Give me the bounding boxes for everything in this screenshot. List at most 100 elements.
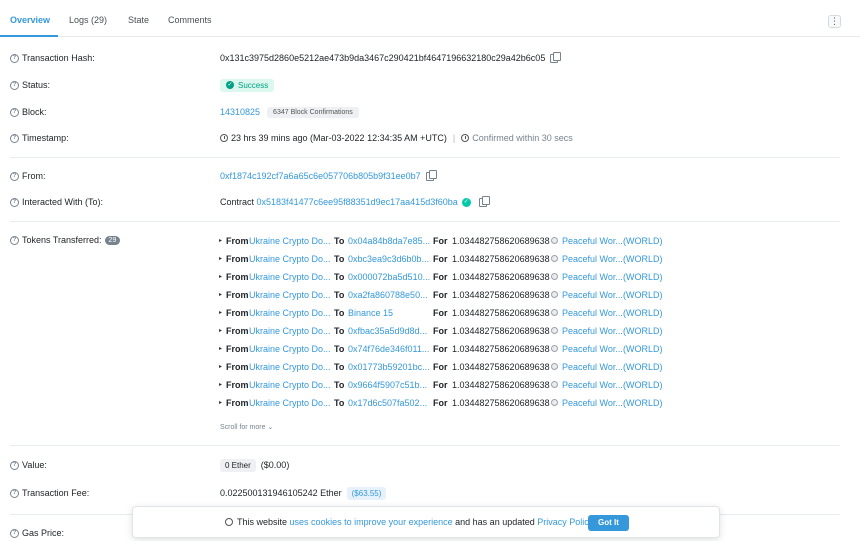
help-icon[interactable]: ?	[10, 53, 19, 63]
token-name-link[interactable]: Peaceful Wor...	[562, 344, 623, 354]
tab-logs[interactable]: Logs (29)	[69, 15, 107, 25]
transfer-amount: 1.034482758620689638	[452, 272, 550, 282]
cookie-text-middle: and has an updated	[455, 517, 535, 527]
token-icon	[551, 309, 558, 316]
for-keyword: For	[433, 236, 448, 246]
cookie-banner: This website uses cookies to improve you…	[132, 506, 720, 538]
token-name-link[interactable]: Peaceful Wor...	[562, 290, 623, 300]
token-symbol-link[interactable]: (WORLD)	[623, 398, 663, 408]
token-transfer-row: ▸ From Ukraine Crypto Do... To 0x9664f59…	[219, 378, 819, 392]
help-icon[interactable]: ?	[10, 235, 19, 245]
ether-value-badge: 0 Ether	[220, 458, 256, 472]
help-icon[interactable]: ?	[10, 488, 19, 498]
row-value: ? Value: 0 Ether ($0.00)	[0, 457, 860, 473]
help-icon[interactable]: ?	[10, 528, 19, 538]
transfer-from-link[interactable]: Ukraine Crypto Do...	[249, 344, 331, 354]
token-symbol-link[interactable]: (WORLD)	[623, 362, 663, 372]
token-transfer-row: ▸ From Ukraine Crypto Do... To 0x04a84b8…	[219, 234, 819, 248]
help-icon[interactable]: ?	[10, 460, 19, 470]
help-icon[interactable]: ?	[10, 171, 19, 181]
tab-comments[interactable]: Comments	[168, 15, 212, 25]
transfer-to-link[interactable]: 0x01773b59201bc...	[348, 362, 430, 372]
token-transfer-row: ▸ From Ukraine Crypto Do... To 0x000072b…	[219, 270, 819, 284]
token-icon	[551, 363, 558, 370]
transfer-from-link[interactable]: Ukraine Crypto Do...	[249, 398, 331, 408]
caret-right-icon: ▸	[219, 274, 223, 280]
for-keyword: For	[433, 290, 448, 300]
row-block: ? Block: 14310825 6347 Block Confirmations	[0, 104, 860, 120]
transfer-from-link[interactable]: Ukraine Crypto Do...	[249, 254, 331, 264]
transfer-to-link[interactable]: 0xfbac35a5d9d8d...	[348, 326, 427, 336]
token-name-link[interactable]: Peaceful Wor...	[562, 254, 623, 264]
token-symbol-link[interactable]: (WORLD)	[623, 326, 663, 336]
cookies-link[interactable]: uses cookies to improve your experience	[290, 517, 453, 527]
copy-icon[interactable]	[478, 195, 490, 207]
transfer-from-link[interactable]: Ukraine Crypto Do...	[249, 272, 331, 282]
section-divider	[10, 445, 840, 446]
transfer-to-link[interactable]: 0x000072ba5d510...	[348, 272, 430, 282]
token-transfer-row: ▸ From Ukraine Crypto Do... To 0x17d6c50…	[219, 396, 819, 410]
transfer-from-link[interactable]: Ukraine Crypto Do...	[249, 362, 331, 372]
transaction-hash-value: 0x131c3975d2860e5212ae473b9da3467c290421…	[220, 53, 546, 63]
help-icon[interactable]: ?	[10, 197, 19, 207]
transfer-from-link[interactable]: Ukraine Crypto Do...	[249, 308, 331, 318]
got-it-button[interactable]: Got It	[588, 515, 629, 531]
transfer-from-link[interactable]: Ukraine Crypto Do...	[249, 290, 331, 300]
more-options-icon[interactable]: ⋮	[828, 15, 841, 28]
caret-right-icon: ▸	[219, 328, 223, 334]
token-symbol-link[interactable]: (WORLD)	[623, 308, 663, 318]
from-address-link[interactable]: 0xf1874c192cf7a6a65c6e057706b805b9f31ee0…	[220, 171, 421, 181]
transfer-amount: 1.034482758620689638	[452, 236, 550, 246]
transfer-to-link[interactable]: Binance 15	[348, 308, 393, 318]
privacy-policy-link[interactable]: Privacy Policy.	[537, 517, 595, 527]
token-symbol-link[interactable]: (WORLD)	[623, 236, 663, 246]
token-symbol-link[interactable]: (WORLD)	[623, 380, 663, 390]
caret-right-icon: ▸	[219, 364, 223, 370]
transfer-from-link[interactable]: Ukraine Crypto Do...	[249, 236, 331, 246]
gas-price-label: Gas Price:	[22, 528, 65, 538]
token-symbol-link[interactable]: (WORLD)	[623, 254, 663, 264]
scroll-for-more[interactable]: Scroll for more ⌄	[220, 423, 273, 431]
caret-right-icon: ▸	[219, 310, 223, 316]
copy-icon[interactable]	[550, 51, 562, 63]
help-icon[interactable]: ?	[10, 133, 19, 143]
token-name-link[interactable]: Peaceful Wor...	[562, 398, 623, 408]
to-keyword: To	[334, 398, 345, 408]
help-icon[interactable]: ?	[10, 107, 19, 117]
transfer-to-link[interactable]: 0x17d6c507fa502...	[348, 398, 427, 408]
active-tab-indicator	[0, 35, 58, 37]
token-name-link[interactable]: Peaceful Wor...	[562, 380, 623, 390]
tab-overview[interactable]: Overview	[10, 15, 50, 25]
token-transfer-row: ▸ From Ukraine Crypto Do... To 0xbc3ea9c…	[219, 252, 819, 266]
transfer-from-link[interactable]: Ukraine Crypto Do...	[249, 326, 331, 336]
token-name-link[interactable]: Peaceful Wor...	[562, 362, 623, 372]
token-symbol-link[interactable]: (WORLD)	[623, 290, 663, 300]
token-symbol-link[interactable]: (WORLD)	[623, 272, 663, 282]
copy-icon[interactable]	[425, 169, 437, 181]
from-keyword: From	[226, 290, 249, 300]
transfer-to-link[interactable]: 0x04a84b8da7e85...	[348, 236, 430, 246]
transfer-to-link[interactable]: 0xa2fa860788e50...	[348, 290, 428, 300]
from-keyword: From	[226, 362, 249, 372]
from-keyword: From	[226, 380, 249, 390]
token-name-link[interactable]: Peaceful Wor...	[562, 272, 623, 282]
transfer-to-link[interactable]: 0x9664f5907c51b...	[348, 380, 427, 390]
usd-value: ($0.00)	[260, 460, 290, 470]
to-keyword: To	[334, 326, 345, 336]
block-number-link[interactable]: 14310825	[220, 107, 260, 117]
transfer-from-link[interactable]: Ukraine Crypto Do...	[249, 380, 331, 390]
token-name-link[interactable]: Peaceful Wor...	[562, 236, 623, 246]
contract-address-link[interactable]: 0x5183f41477c6ee95f88351d9ec17aa415d3f60…	[257, 197, 458, 207]
row-transaction-hash: ? Transaction Hash: 0x131c3975d2860e5212a…	[0, 50, 860, 66]
token-name-link[interactable]: Peaceful Wor...	[562, 326, 623, 336]
help-icon[interactable]: ?	[10, 80, 19, 90]
transfer-amount: 1.034482758620689638	[452, 308, 550, 318]
transfer-amount: 1.034482758620689638	[452, 398, 550, 408]
transfer-to-link[interactable]: 0x74f76de346f011...	[348, 344, 429, 354]
to-keyword: To	[334, 254, 345, 264]
token-symbol-link[interactable]: (WORLD)	[623, 344, 663, 354]
token-name-link[interactable]: Peaceful Wor...	[562, 308, 623, 318]
transfer-to-link[interactable]: 0xbc3ea9c3d6b0b...	[348, 254, 429, 264]
tab-state[interactable]: State	[128, 15, 149, 25]
separator: |	[452, 133, 456, 143]
